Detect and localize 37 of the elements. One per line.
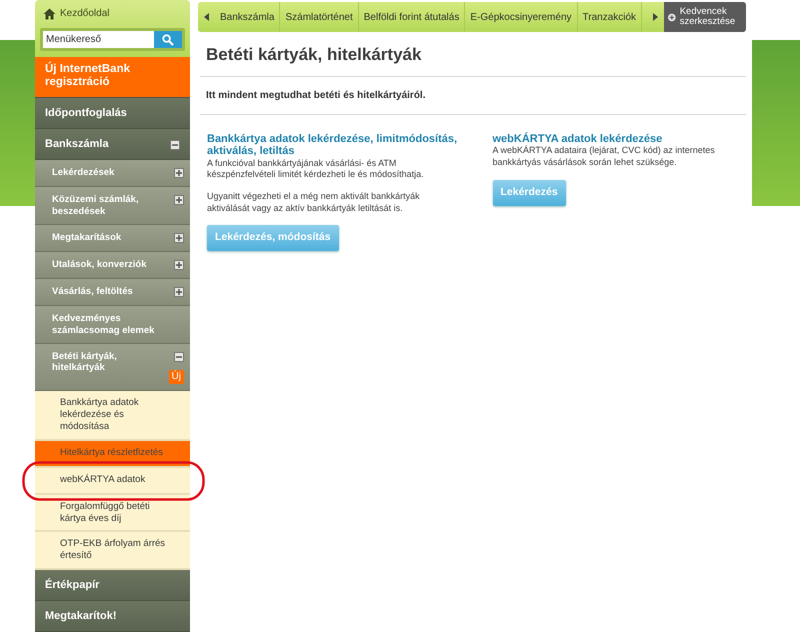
search-icon [162, 34, 174, 46]
intro-text: Itt mindent megtudhat betéti és hitelkártyáiról. [206, 89, 426, 104]
new-badge: Új [168, 370, 184, 384]
section-text: A funkcióval bankkártyájának vásárlási- és ATM készpénzfelvételi limitét kérdezheti le és módosíthatja. [207, 158, 425, 181]
favorite-tab[interactable]: E-Gépkocsinyeremény [465, 2, 578, 32]
submenu-link[interactable]: Forgalomfüggő betéti kártya éves díj [35, 494, 190, 532]
section-heading: Bankkártya adatok lekérdezése, limitmódosítás, aktiválás, letiltás [207, 133, 458, 158]
menu-item[interactable]: Értékpapír [35, 570, 190, 602]
search-field[interactable]: Menükereső [43, 31, 154, 48]
submenu-link[interactable]: OTP-EKB árfolyam árrés értesítő [35, 532, 190, 570]
favorite-tab[interactable]: Bankszámla [215, 2, 280, 32]
edit-favorites-button[interactable]: Kedvencek szerkesztése [664, 2, 746, 32]
menu-item[interactable]: Bankszámla [35, 129, 190, 160]
home-icon [43, 8, 56, 20]
favorite-tab[interactable]: Belföldi forint átutalás [358, 2, 466, 32]
left-arrow-icon [204, 13, 209, 21]
plus-icon [668, 10, 676, 24]
submenu-item[interactable]: Közüzemi számlák, beszedések [35, 187, 190, 225]
section-text: A webKÁRTYA adataira (lejárat, CVC kód) az internetes bankkártyás vásárlások során lehet szüksége. [492, 145, 716, 169]
submenu-item[interactable]: Kedvezményes számlacsomag elemek [35, 306, 190, 344]
favorite-tab[interactable]: Számlatörténet [280, 2, 359, 32]
search-button[interactable] [154, 31, 182, 48]
submenu-item[interactable]: Vásárlás, feltöltés [35, 278, 190, 306]
submenu-item[interactable]: Lekérdezések [35, 160, 190, 187]
section-text: Ugyanitt végezheti el a még nem aktivált bankkártyák aktiválását vagy az aktív bankkártyák letiltását is. [207, 190, 421, 214]
menu-item[interactable]: Időpontfoglalás [35, 98, 190, 129]
submenu-item[interactable]: Megtakarítások [35, 224, 190, 252]
right-arrow-icon [653, 13, 658, 21]
submenu-item[interactable]: Utalások, konverziók [35, 252, 190, 279]
submenu-link[interactable]: webKÁRTYA adatok [35, 468, 190, 495]
section-heading: webKÁRTYA adatok lekérdezése [492, 133, 664, 146]
submenu-link[interactable]: Bankkártya adatok lekérdezése és módosítása [35, 391, 190, 441]
page-title: Betéti kártyák, hitelkártyák [206, 45, 422, 66]
submenu-item[interactable]: Betéti kártyák, hitelkártyák Új [35, 344, 190, 391]
favorite-tab[interactable]: Tranzakciók [578, 2, 642, 32]
menu-item[interactable]: Megtakarítok! [35, 601, 190, 632]
home-link[interactable]: Kezdőoldal [60, 6, 110, 21]
